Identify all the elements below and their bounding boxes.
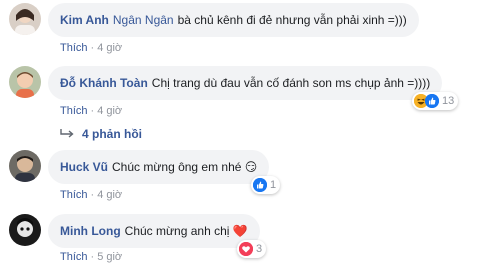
- comment-text: Chị trang dù đau vẫn cố đánh son ms chụp…: [151, 76, 431, 90]
- reaction-count: 3: [256, 243, 263, 255]
- separator-dot: ·: [90, 105, 95, 117]
- like-link[interactable]: Thích: [60, 42, 88, 54]
- avatar[interactable]: [9, 214, 41, 246]
- reaction-summary[interactable]: 1: [251, 176, 281, 194]
- like-icon: [253, 178, 267, 192]
- comment-text: bà chủ kênh đi đẻ nhưng vẫn phải xinh =)…: [177, 13, 407, 27]
- like-link[interactable]: Thích: [60, 251, 88, 263]
- avatar[interactable]: [9, 66, 41, 98]
- tagged-user[interactable]: Ngân Ngân: [113, 13, 174, 27]
- comment-actions: Thích · 4 giờ: [60, 42, 122, 54]
- view-replies-link[interactable]: 4 phản hồi: [60, 127, 142, 141]
- comment-actions: Thích · 5 giờ: [60, 251, 122, 263]
- comment-actions: Thích · 4 giờ: [60, 189, 122, 201]
- like-link[interactable]: Thích: [60, 105, 88, 117]
- reaction-count: 13: [442, 95, 455, 107]
- comment-bubble: Huck Vũ Chúc mừng ông em nhé 😏: [48, 150, 270, 184]
- comment-time[interactable]: 4 giờ: [97, 105, 122, 117]
- separator-dot: ·: [90, 251, 95, 263]
- comment-bubble: Minh Long Chúc mừng anh chị ❤️: [48, 214, 260, 248]
- comment-time[interactable]: 4 giờ: [97, 42, 122, 54]
- reaction-summary[interactable]: 3: [237, 240, 267, 258]
- comment-author[interactable]: Đỗ Khánh Toàn: [60, 76, 148, 90]
- replies-count-label[interactable]: 4 phản hồi: [82, 127, 142, 141]
- comment-bubble: Kim Anh Ngân Ngân bà chủ kênh đi đẻ nhưn…: [48, 3, 419, 37]
- love-icon: [239, 242, 253, 256]
- like-link[interactable]: Thích: [60, 189, 88, 201]
- avatar[interactable]: [9, 3, 41, 35]
- comment-text: Chúc mừng anh chị ❤️: [124, 224, 248, 238]
- separator-dot: ·: [90, 42, 95, 54]
- comment-author[interactable]: Kim Anh: [60, 13, 109, 27]
- comment-text: Chúc mừng ông em nhé 😏: [112, 160, 258, 174]
- like-icon: [425, 94, 439, 108]
- comment-actions: Thích · 4 giờ: [60, 105, 122, 117]
- comment-author[interactable]: Huck Vũ: [60, 160, 108, 174]
- comment-author[interactable]: Minh Long: [60, 224, 121, 238]
- reaction-summary[interactable]: 13: [412, 92, 459, 110]
- comment-time[interactable]: 5 giờ: [97, 251, 122, 263]
- avatar[interactable]: [9, 150, 41, 182]
- separator-dot: ·: [90, 189, 95, 201]
- comment-time[interactable]: 4 giờ: [97, 189, 122, 201]
- reaction-count: 1: [270, 179, 277, 191]
- reply-arrow-icon: [60, 129, 74, 138]
- comment-bubble: Đỗ Khánh Toàn Chị trang dù đau vẫn cố đá…: [48, 66, 443, 100]
